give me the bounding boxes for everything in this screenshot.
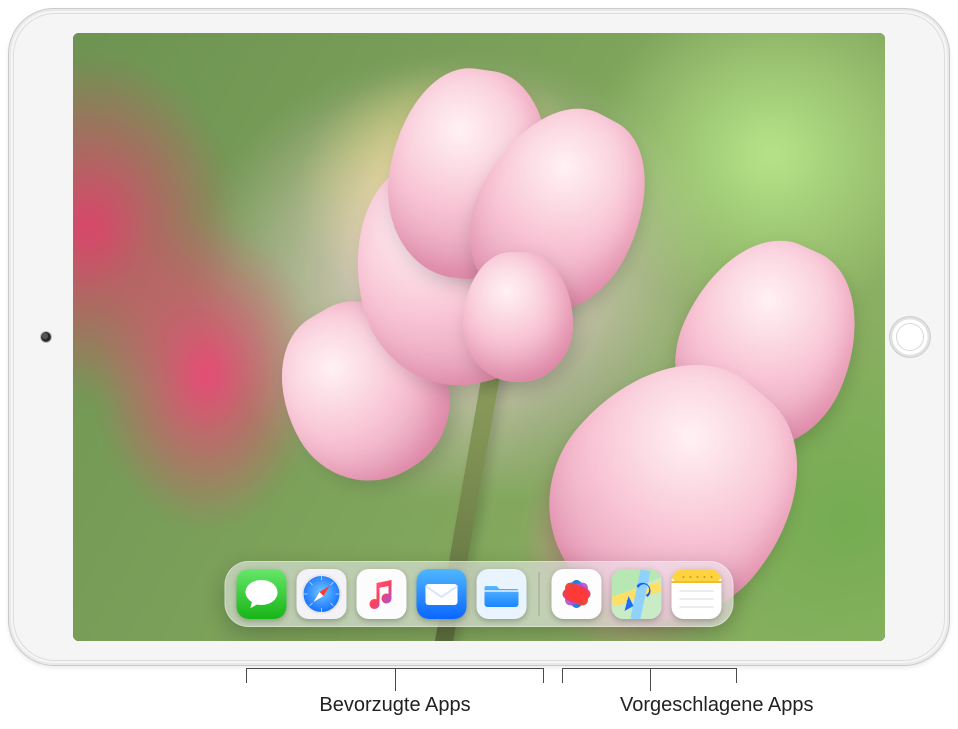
app-music[interactable]	[357, 569, 407, 619]
dock-favorites	[237, 569, 527, 619]
front-camera	[41, 332, 51, 342]
app-maps[interactable]	[612, 569, 662, 619]
label-favorites: Bevorzugte Apps	[170, 694, 620, 717]
label-suggested: Vorgeschlagene Apps	[620, 694, 814, 717]
messages-icon	[237, 569, 287, 619]
maps-icon	[612, 569, 662, 619]
app-safari[interactable]	[297, 569, 347, 619]
app-messages[interactable]	[237, 569, 287, 619]
dock-separator	[539, 572, 540, 616]
safari-icon	[297, 569, 347, 619]
dock	[225, 561, 734, 627]
screen[interactable]	[73, 33, 885, 641]
notes-icon	[672, 569, 722, 619]
figure: Bevorzugte Apps Vorgeschlagene Apps	[0, 0, 958, 729]
app-files[interactable]	[477, 569, 527, 619]
files-icon	[477, 569, 527, 619]
music-icon	[357, 569, 407, 619]
bracket-favorites	[246, 668, 544, 684]
app-mail[interactable]	[417, 569, 467, 619]
wallpaper-flower	[73, 33, 885, 641]
dock-suggested	[552, 569, 722, 619]
app-photos[interactable]	[552, 569, 602, 619]
callouts: Bevorzugte Apps Vorgeschlagene Apps	[0, 666, 958, 729]
mail-icon	[417, 569, 467, 619]
bracket-suggested	[562, 668, 737, 684]
app-notes[interactable]	[672, 569, 722, 619]
home-button[interactable]	[889, 316, 931, 358]
photos-icon	[552, 569, 602, 619]
ipad-frame	[8, 8, 950, 666]
